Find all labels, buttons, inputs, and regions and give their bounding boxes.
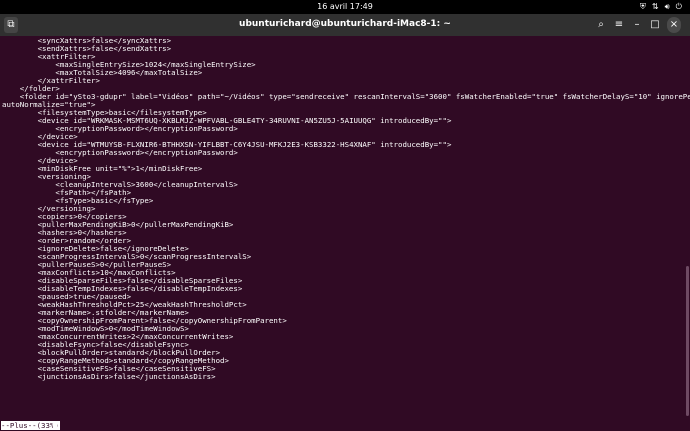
terminal-text: <syncXattrs>false</syncXattrs> <sendXatt… <box>2 37 690 381</box>
volume-icon[interactable]: 🔊︎ <box>665 2 670 12</box>
window-title: ubunturichard@ubunturichard-iMac8-1: ~ <box>239 19 451 29</box>
menu-icon[interactable]: ≡ <box>612 17 626 33</box>
top-bar: 16 avril 17:49 ⛨ ⇅ 🔊︎ ⏻ <box>0 0 690 14</box>
power-icon[interactable]: ⏻ <box>676 2 682 12</box>
pager-status-text: --Plus--(33%) <box>1 421 60 430</box>
close-icon[interactable]: × <box>667 17 681 33</box>
shield-icon[interactable]: ⛨ <box>640 2 646 12</box>
pager-status: --Plus--(33%) <box>0 421 690 431</box>
system-tray[interactable]: ⛨ ⇅ 🔊︎ ⏻ <box>640 2 682 12</box>
terminal-output[interactable]: <syncXattrs>false</syncXattrs> <sendXatt… <box>0 36 690 431</box>
search-icon[interactable]: ⌕ <box>594 17 608 33</box>
terminal-titlebar: ⧉ ubunturichard@ubunturichard-iMac8-1: ~… <box>0 14 690 36</box>
maximize-icon[interactable]: □ <box>648 17 662 33</box>
minimize-icon[interactable]: – <box>630 17 644 33</box>
terminal-line: <junctionsAsDirs>false</junctionsAsDirs> <box>37 372 216 381</box>
scrollbar[interactable] <box>686 266 689 416</box>
text-cursor <box>53 421 57 430</box>
terminal-line: <folder id="ySto3-gdupr" label="Vidéos" … <box>19 92 690 101</box>
network-icon[interactable]: ⇅ <box>652 2 659 12</box>
clock[interactable]: 16 avril 17:49 <box>0 2 690 11</box>
